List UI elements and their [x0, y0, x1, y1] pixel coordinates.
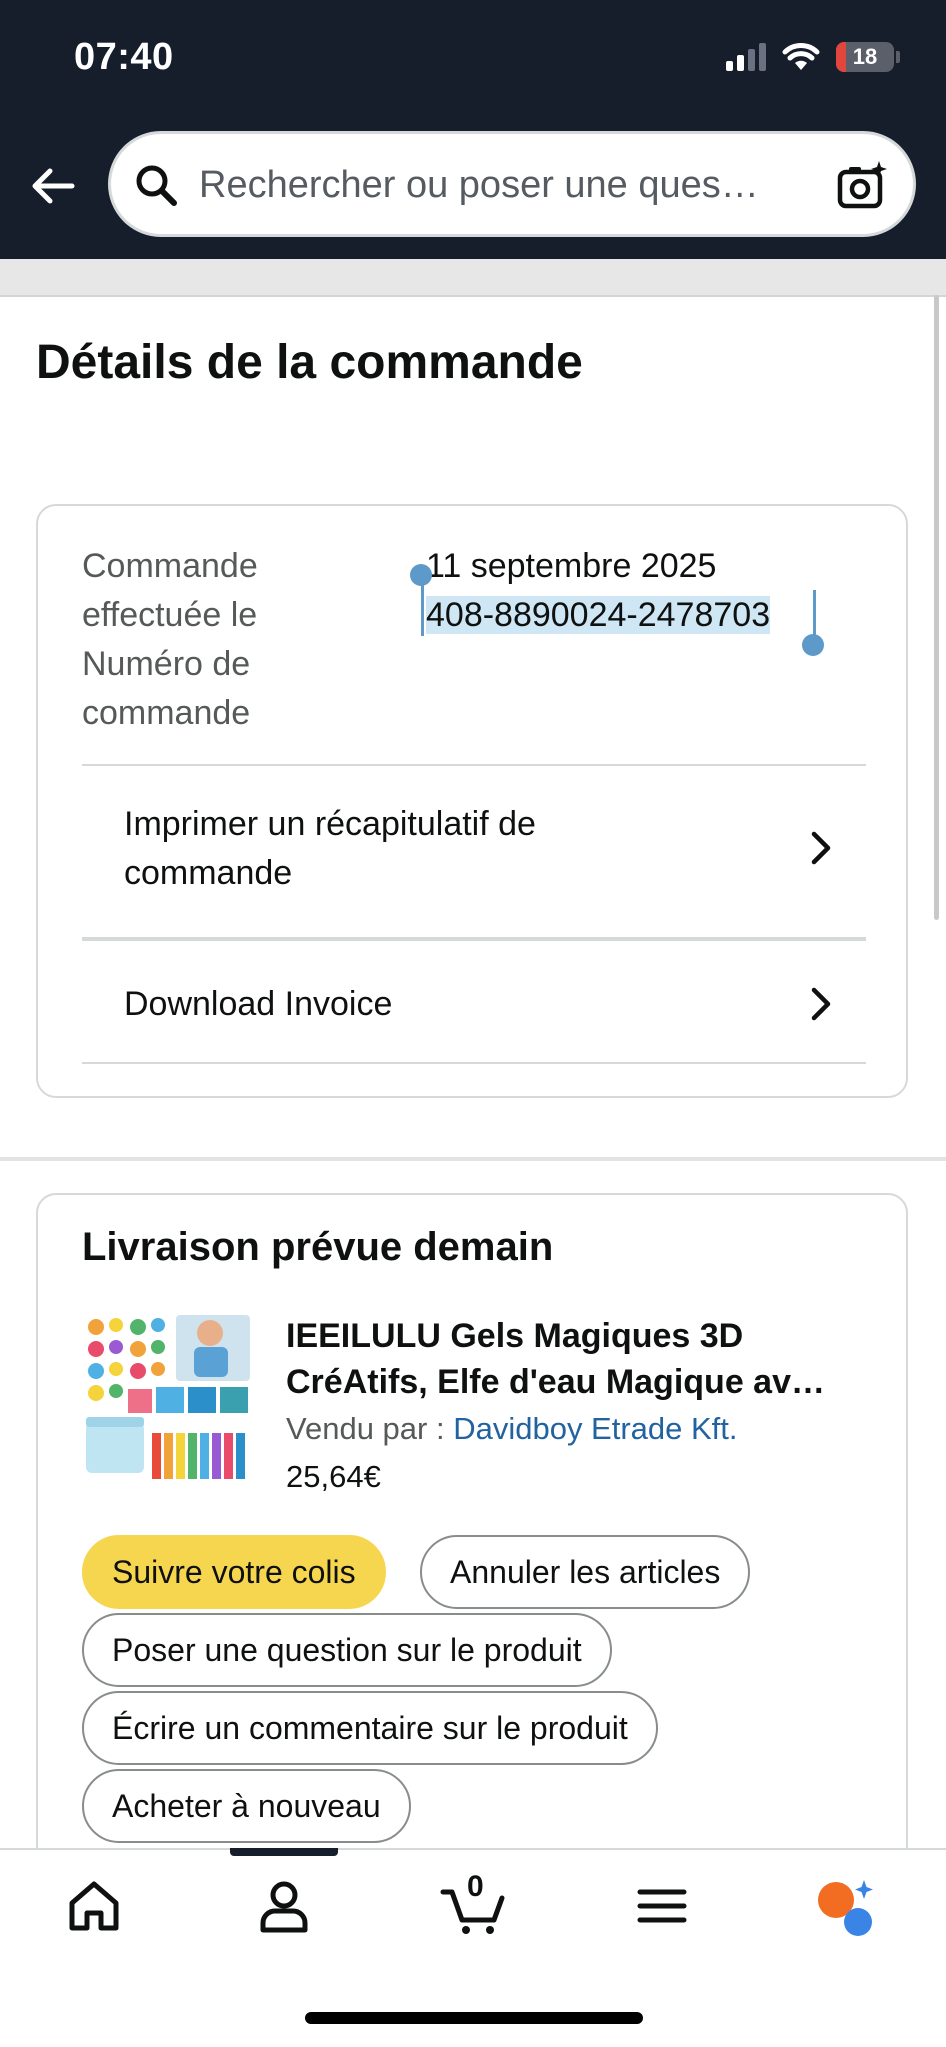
- app-header: 07:40 18 Rechercher ou poser une ques…: [0, 0, 946, 259]
- battery-icon: 18: [836, 42, 894, 72]
- active-tab-indicator: [230, 1848, 338, 1856]
- chevron-right-icon: [811, 831, 831, 865]
- order-values: 11 septembre 2025 408-8890024-2478703: [426, 542, 771, 640]
- header-separator: [0, 259, 946, 297]
- print-summary-link[interactable]: Imprimer un récapitulatif de commande: [82, 798, 866, 898]
- status-time: 07:40: [74, 36, 174, 78]
- print-summary-label-line: Imprimer un récapitulatif de: [124, 805, 536, 843]
- order-label-line: commande: [82, 694, 251, 732]
- search-placeholder: Rechercher ou poser une ques…: [199, 164, 759, 206]
- divider: [82, 937, 866, 941]
- order-label-line: Numéro de: [82, 645, 251, 683]
- assistant-icon[interactable]: [814, 1876, 880, 1942]
- cellular-signal-icon: [726, 43, 766, 71]
- home-indicator: [305, 2012, 643, 2024]
- scrollbar[interactable]: [934, 295, 939, 920]
- chevron-right-icon: [811, 987, 831, 1021]
- product-title-line: IEEILULU Gels Magiques 3D: [286, 1317, 744, 1355]
- sold-by-label: Vendu par :: [286, 1411, 445, 1446]
- selection-end-handle[interactable]: [802, 634, 824, 656]
- order-label-line: effectuée le: [82, 596, 258, 634]
- delivery-title: Livraison prévue demain: [82, 1225, 554, 1269]
- search-icon: [136, 165, 177, 206]
- battery-level: 18: [852, 44, 878, 69]
- cart-count: 0: [467, 1870, 484, 1903]
- product-price: 25,64€: [286, 1459, 381, 1494]
- divider: [82, 1062, 866, 1064]
- camera-search-icon[interactable]: [835, 158, 891, 214]
- order-number[interactable]: 408-8890024-2478703: [426, 596, 771, 634]
- menu-icon[interactable]: [632, 1876, 692, 1936]
- product-title-line: CréAtifs, Elfe d'eau Magique av…: [286, 1363, 825, 1401]
- product-title[interactable]: IEEILULU Gels Magiques 3D CréAtifs, Elfe…: [286, 1313, 876, 1405]
- write-review-button[interactable]: Écrire un commentaire sur le produit: [82, 1691, 658, 1765]
- battery-tip: [896, 51, 900, 63]
- track-package-button[interactable]: Suivre votre colis: [82, 1535, 386, 1609]
- account-icon[interactable]: [254, 1876, 314, 1936]
- cancel-items-button[interactable]: Annuler les articles: [420, 1535, 751, 1609]
- selection-start-bar: [421, 580, 424, 636]
- back-arrow-icon[interactable]: [28, 160, 80, 212]
- ask-product-question-button[interactable]: Poser une question sur le produit: [82, 1613, 612, 1687]
- seller-link[interactable]: Davidboy Etrade Kft.: [453, 1411, 737, 1446]
- order-labels: Commande effectuée le Numéro de commande: [82, 542, 382, 738]
- section-separator: [0, 1157, 946, 1161]
- buy-again-button[interactable]: Acheter à nouveau: [82, 1769, 411, 1843]
- product-thumbnail[interactable]: [82, 1313, 254, 1485]
- print-summary-label-line: commande: [124, 854, 293, 892]
- download-invoice-link[interactable]: Download Invoice: [82, 972, 866, 1032]
- order-details-card: Commande effectuée le Numéro de commande…: [36, 504, 908, 1098]
- download-invoice-label: Download Invoice: [124, 985, 393, 1023]
- home-icon[interactable]: [64, 1876, 124, 1936]
- order-date: 11 septembre 2025: [426, 547, 717, 585]
- seller-info: Vendu par : Davidboy Etrade Kft.: [286, 1411, 738, 1447]
- print-summary-label: Imprimer un récapitulatif de commande: [124, 800, 536, 898]
- divider: [82, 764, 866, 766]
- status-icons: 18: [726, 42, 900, 72]
- order-label-line: Commande: [82, 547, 258, 585]
- search-input[interactable]: Rechercher ou poser une ques…: [108, 131, 916, 237]
- page-title: Détails de la commande: [36, 336, 583, 389]
- wifi-icon: [782, 43, 820, 70]
